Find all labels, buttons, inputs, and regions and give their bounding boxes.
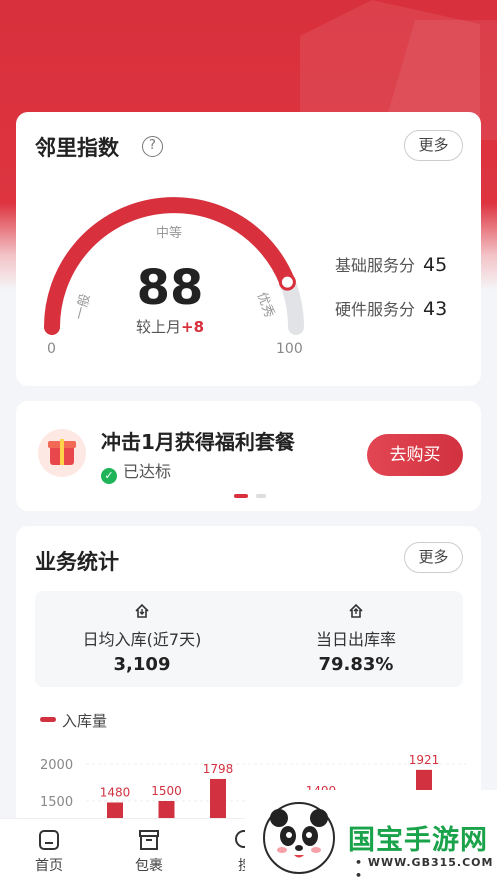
bar-value-label: 1921: [409, 753, 440, 767]
stat-label: 当日出库率: [315, 630, 396, 649]
month-compare: 较上月+8: [120, 316, 220, 337]
bar-value-label: 1480: [100, 785, 131, 799]
panda-logo: [263, 802, 335, 874]
tab-label: 首页: [35, 858, 63, 874]
y-tick-label: 1500: [40, 795, 73, 810]
gauge-label-mid: 中等: [156, 226, 183, 241]
stat-value: 79.83%: [318, 654, 394, 675]
neighborhood-index-card: 邻里指数 ? 更多 中等 一般 优秀 88 较上月+8 0 100 基础服务分 4…: [16, 112, 481, 386]
stat-value: 3,109: [113, 654, 171, 675]
tab-package[interactable]: 包裹: [119, 827, 179, 875]
basic-service-score: 基础服务分 45: [335, 252, 447, 276]
gift-icon: [38, 429, 86, 477]
promo-banner[interactable]: 冲击1月获得福利套餐 ✓ 已达标 去购买: [16, 401, 481, 511]
index-score: 88: [136, 260, 204, 316]
gauge-min: 0: [47, 341, 56, 357]
outbound-icon: [249, 602, 463, 622]
more-button[interactable]: 更多: [404, 130, 463, 161]
buy-button[interactable]: 去购买: [367, 434, 463, 476]
bar-value-label: 1500: [151, 784, 182, 798]
inbound-icon: [35, 602, 249, 622]
watermark: 国宝手游网 • WWW.GB315.COM •: [245, 790, 497, 883]
home-icon: [19, 827, 79, 855]
package-icon: [119, 827, 179, 855]
card-title: 邻里指数: [35, 136, 119, 160]
compare-delta: +8: [181, 318, 205, 336]
service-value: 45: [423, 254, 448, 276]
business-stats-card: 业务统计 更多 日均入库(近7天) 3,109 当日出库率 79.83% 入库量…: [16, 526, 481, 826]
card-title: 业务统计: [35, 550, 119, 574]
gauge-max: 100: [276, 341, 303, 357]
service-label: 基础服务分: [335, 256, 416, 275]
promo-status: ✓ 已达标: [101, 458, 171, 484]
stat-inbound[interactable]: 日均入库(近7天) 3,109: [35, 591, 249, 675]
carousel-dot: [256, 494, 267, 498]
status-text: 已达标: [123, 462, 172, 481]
carousel-dot-active: [234, 494, 248, 498]
compare-label: 较上月: [135, 318, 181, 336]
tab-home[interactable]: 首页: [19, 827, 79, 875]
legend-swatch: [40, 717, 56, 722]
bar-value-label: 1798: [203, 762, 234, 776]
stat-label: 日均入库(近7天): [82, 630, 202, 649]
stats-summary: 日均入库(近7天) 3,109 当日出库率 79.83%: [35, 591, 463, 687]
service-value: 43: [423, 298, 448, 320]
help-icon[interactable]: ?: [142, 136, 163, 157]
watermark-url: • WWW.GB315.COM •: [355, 856, 494, 882]
gauge-knob: [278, 273, 296, 291]
y-tick-label: 2000: [40, 758, 73, 773]
promo-title: 冲击1月获得福利套餐: [101, 430, 295, 454]
service-label: 硬件服务分: [335, 300, 416, 319]
watermark-text: 国宝手游网: [348, 825, 488, 856]
check-icon: ✓: [101, 468, 117, 484]
chart-legend: 入库量: [40, 710, 107, 731]
legend-label: 入库量: [62, 712, 108, 730]
more-button[interactable]: 更多: [404, 542, 463, 573]
carousel-indicator: [234, 494, 267, 513]
tab-label: 包裹: [135, 858, 163, 874]
stat-outbound[interactable]: 当日出库率 79.83%: [249, 591, 463, 675]
hardware-service-score: 硬件服务分 43: [335, 296, 447, 320]
